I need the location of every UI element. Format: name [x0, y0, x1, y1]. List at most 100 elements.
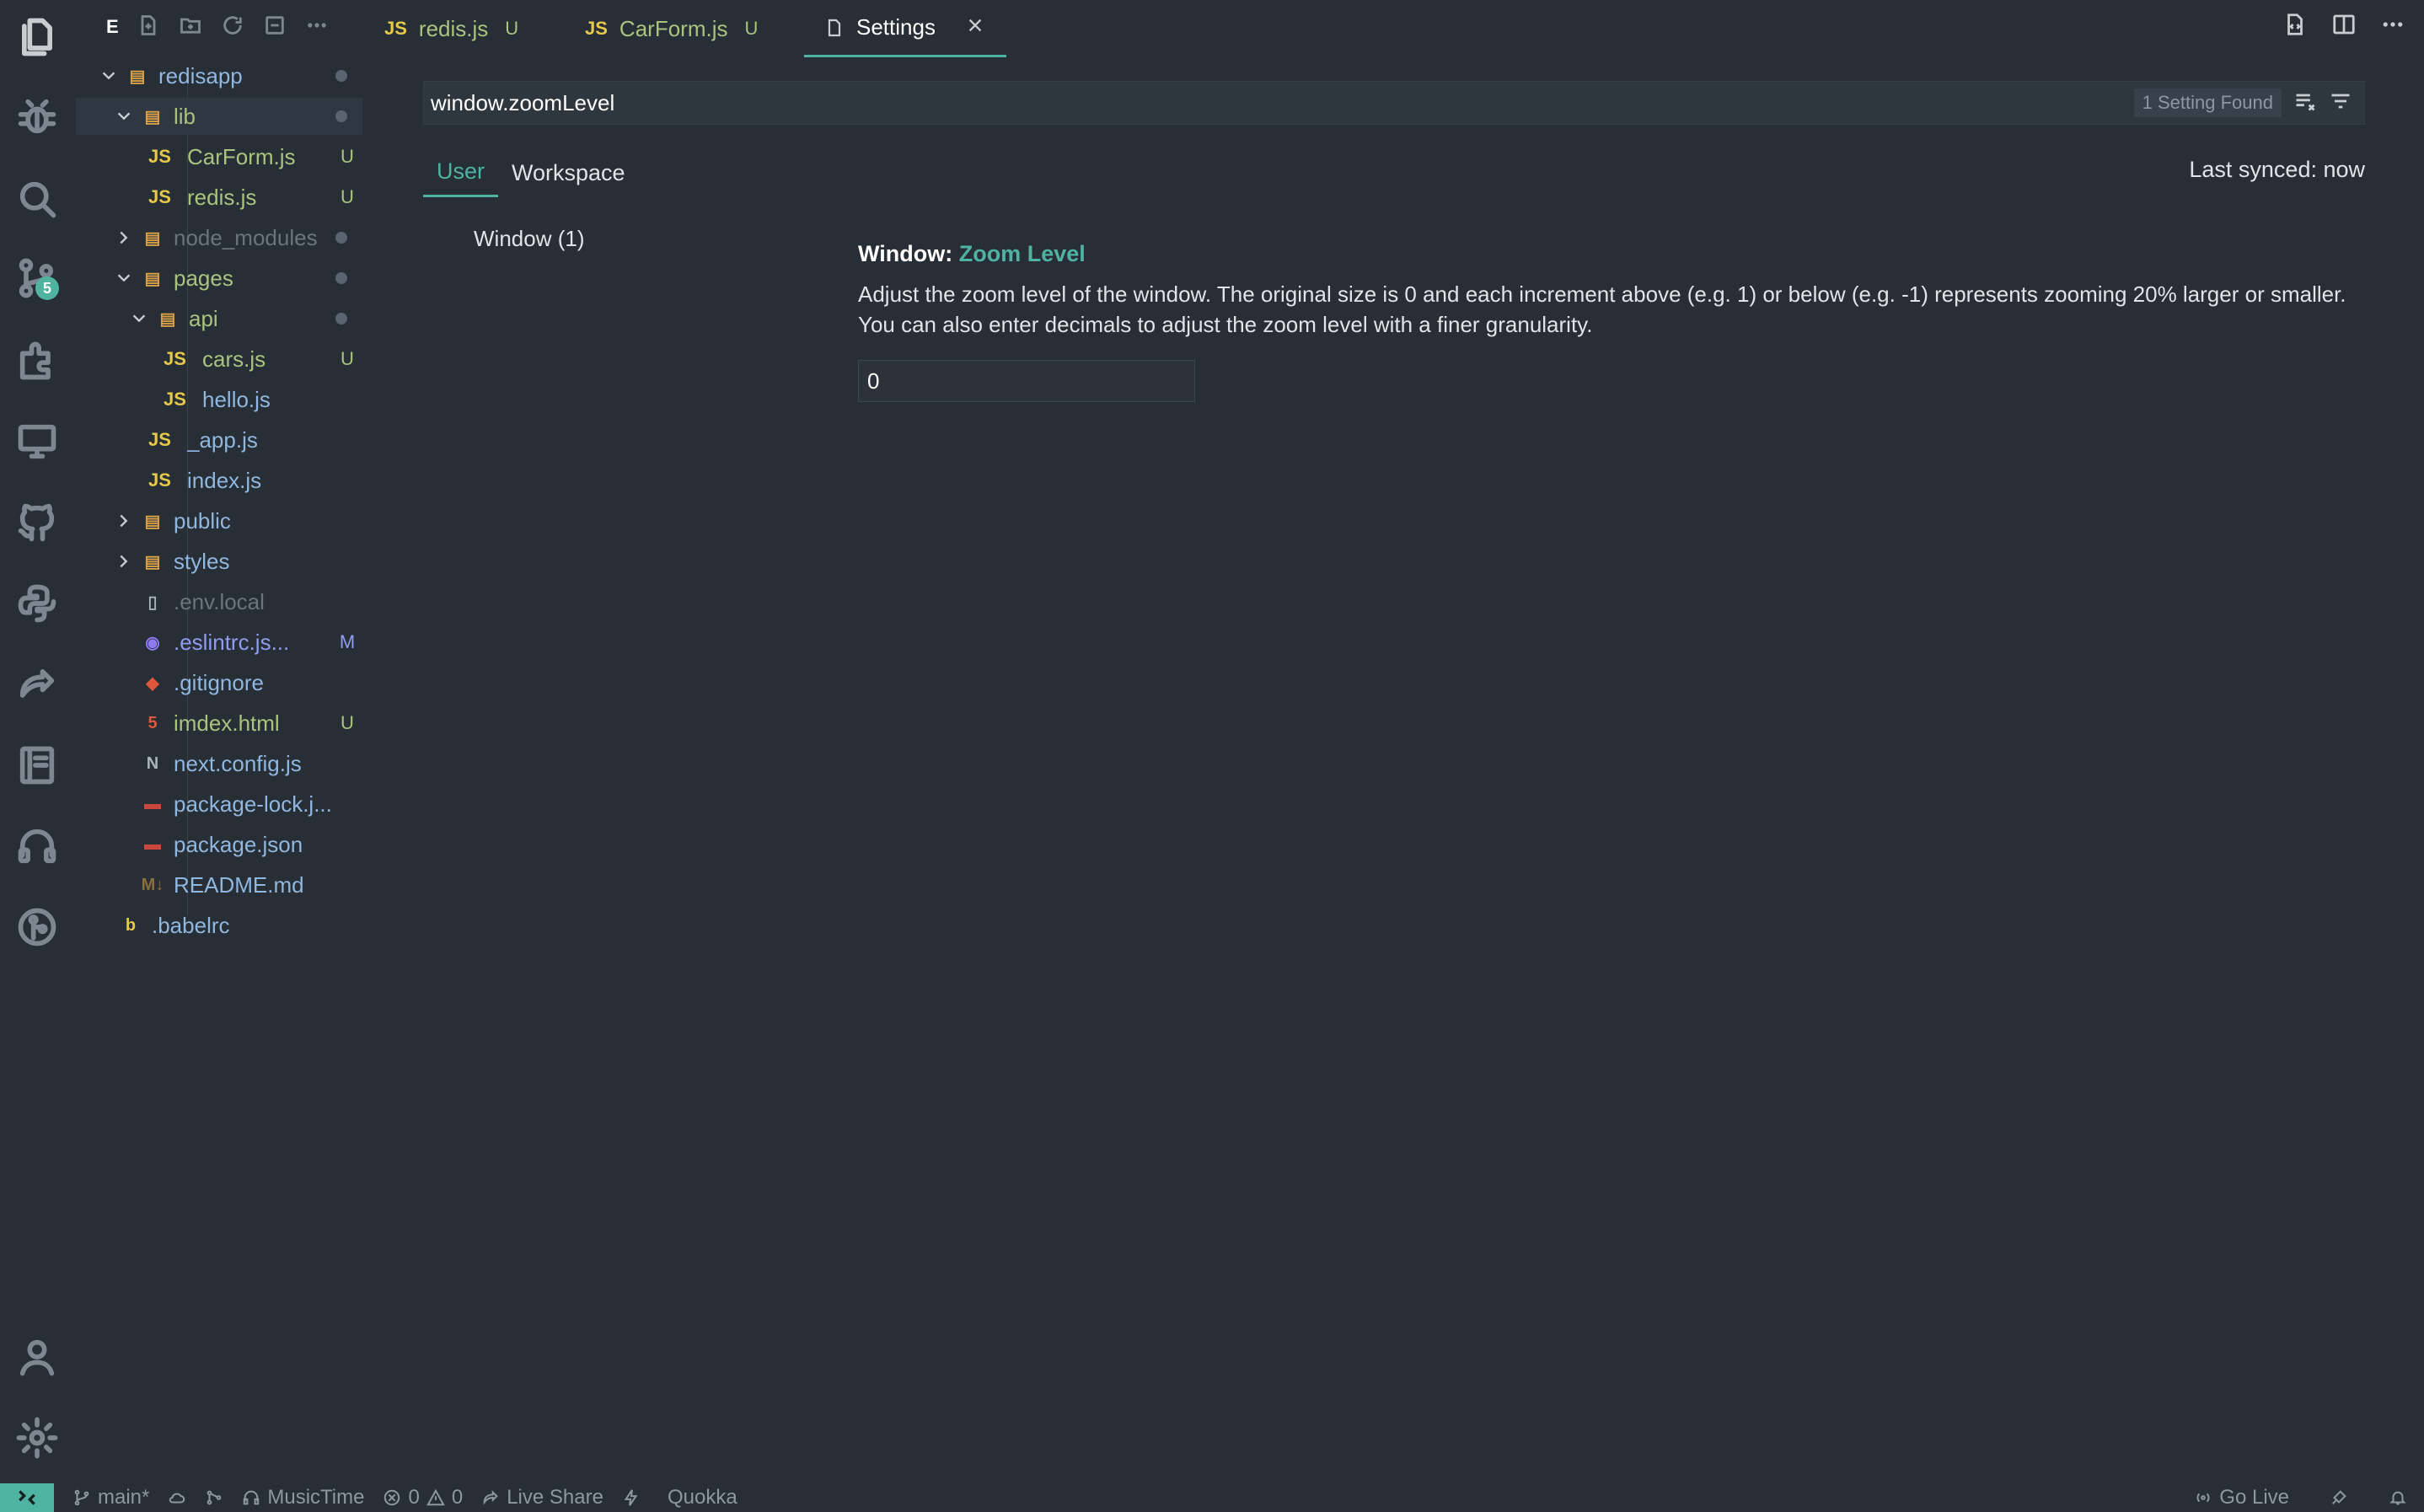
untracked-badge: U [341, 348, 354, 369]
settings-toc-item-window[interactable]: Window (1) [474, 226, 584, 252]
headphones-icon[interactable] [12, 821, 62, 871]
error-count: 0 [408, 1486, 420, 1509]
untracked-badge: U [505, 18, 519, 39]
notifications-status[interactable] [2389, 1488, 2407, 1507]
music-time-status[interactable]: MusicTime [242, 1486, 364, 1509]
cloud-sync-icon [169, 1493, 185, 1504]
editor-tabs: JS redis.js U JS CarForm.js U Settings [362, 0, 2424, 57]
source-control-icon[interactable]: 5 [12, 253, 62, 303]
split-editor-icon[interactable] [2331, 12, 2357, 41]
tree-item-label: pages [174, 265, 233, 291]
extensions-icon[interactable] [12, 335, 62, 386]
chevron-right-icon[interactable] [115, 512, 133, 530]
tree-item-carform-js[interactable]: JS CarForm.js U [76, 138, 362, 175]
gear-icon[interactable] [12, 1413, 62, 1463]
branch-indicator[interactable]: main* [72, 1486, 149, 1509]
notebook-icon[interactable] [12, 740, 62, 791]
live-share-icon [483, 1490, 498, 1505]
chevron-down-icon[interactable] [99, 67, 118, 85]
git-graph-status[interactable] [205, 1488, 223, 1507]
warning-count: 0 [451, 1486, 464, 1509]
sync-indicator[interactable] [168, 1488, 186, 1507]
collapse-all-icon[interactable] [263, 13, 287, 41]
branch-name: main* [98, 1486, 150, 1509]
more-actions-icon[interactable] [2380, 12, 2405, 41]
tree-item-env-local[interactable]: ▯ .env.local [76, 583, 362, 620]
tree-item-lib[interactable]: ▤ lib [76, 98, 362, 135]
status-bar: main* MusicTime 0 0 Live Share Quokka Go… [0, 1483, 2424, 1512]
live-share-icon[interactable] [12, 659, 62, 710]
last-synced-status[interactable]: Last synced: now [2189, 157, 2365, 183]
github-icon[interactable] [12, 497, 62, 548]
tree-item-node-modules[interactable]: ▤ node_modules [76, 219, 362, 256]
feedback-icon [2331, 1490, 2346, 1505]
open-settings-json-icon[interactable] [2282, 12, 2308, 41]
tree-item-imdex-html[interactable]: 5 imdex.html U [76, 705, 362, 742]
tree-item-package-json[interactable]: ▬ package.json [76, 826, 362, 863]
tree-item-readme-md[interactable]: M↓ README.md [76, 866, 362, 903]
chevron-right-icon[interactable] [115, 552, 133, 571]
tab-settings[interactable]: Settings [804, 0, 1006, 57]
remote-indicator[interactable] [0, 1483, 54, 1512]
tree-item-redis-js[interactable]: JS redis.js U [76, 179, 362, 216]
tree-item-index-js[interactable]: JS index.js [76, 462, 362, 499]
quokka-status[interactable]: Quokka [622, 1486, 737, 1509]
live-share-status[interactable]: Live Share [481, 1486, 603, 1509]
tree-item-app-js[interactable]: JS _app.js [76, 421, 362, 458]
explorer-toolbar: E [106, 8, 329, 46]
chevron-down-icon[interactable] [115, 269, 133, 287]
settings-search-input[interactable] [431, 89, 2134, 116]
new-file-icon[interactable] [137, 13, 160, 41]
tree-item-gitignore[interactable]: ◆ .gitignore [76, 664, 362, 701]
git-graph-icon[interactable] [12, 902, 62, 952]
tree-item-public[interactable]: ▤ public [76, 502, 362, 539]
folder-icon: ▤ [144, 512, 161, 531]
tree-item-label: styles [174, 548, 230, 574]
new-folder-icon[interactable] [179, 13, 202, 41]
chevron-down-icon[interactable] [130, 309, 148, 328]
tree-item-cars-js[interactable]: JS cars.js U [76, 340, 362, 378]
tree-item-babelrc[interactable]: b .babelrc [76, 907, 362, 944]
zoom-level-input[interactable] [858, 360, 1195, 402]
editor-actions [2282, 12, 2405, 41]
setting-window-zoom-level: Window: Zoom Level Adjust the zoom level… [858, 241, 2350, 402]
js-file-icon: JS [148, 469, 171, 491]
go-live-label: Go Live [2219, 1486, 2289, 1509]
feedback-status[interactable] [2330, 1488, 2348, 1507]
tree-item-hello-js[interactable]: JS hello.js [76, 381, 362, 418]
explorer-icon[interactable] [12, 12, 62, 62]
folder-icon: ▤ [144, 107, 161, 126]
remote-explorer-icon[interactable] [12, 416, 62, 467]
refresh-icon[interactable] [221, 13, 244, 41]
chevron-right-icon[interactable] [115, 228, 133, 247]
chevron-down-icon[interactable] [115, 107, 133, 126]
tree-item-api[interactable]: ▤ api [76, 300, 362, 337]
tree-item-eslintrc-js[interactable]: ◉ .eslintrc.js... M [76, 624, 362, 661]
js-file-icon: JS [384, 18, 407, 39]
tree-item-next-config-js[interactable]: Nnext.config.js [76, 745, 362, 782]
lightning-icon [624, 1489, 638, 1506]
tree-item-package-lock-j[interactable]: ▬ package-lock.j... [76, 785, 362, 823]
search-icon[interactable] [12, 174, 62, 224]
tree-item-styles[interactable]: ▤ styles [76, 543, 362, 580]
python-icon[interactable] [12, 578, 62, 629]
accounts-icon[interactable] [12, 1332, 62, 1382]
problems-status[interactable]: 0 0 [383, 1486, 463, 1509]
tab-redis-js[interactable]: JS redis.js U [362, 0, 565, 57]
clear-filter-icon[interactable] [2293, 89, 2317, 117]
bell-icon [2389, 1491, 2406, 1505]
tree-item-label: next.config.js [174, 750, 302, 776]
go-live-status[interactable]: Go Live [2194, 1486, 2289, 1509]
close-icon[interactable] [966, 14, 984, 40]
tab-carform-js[interactable]: JS CarForm.js U [565, 0, 792, 57]
more-actions-icon[interactable] [305, 13, 329, 41]
debug-icon[interactable] [12, 91, 62, 142]
tab-user[interactable]: User [423, 148, 499, 197]
js-file-icon: JS [148, 146, 171, 167]
source-control-badge: 5 [35, 276, 59, 300]
tree-item-redisapp[interactable]: ▤ redisapp [76, 57, 362, 94]
tree-item-pages[interactable]: ▤ pages [76, 260, 362, 297]
filter-icon[interactable] [2329, 89, 2352, 117]
tree-item-label: CarForm.js [187, 143, 296, 169]
tab-workspace[interactable]: Workspace [498, 148, 639, 197]
